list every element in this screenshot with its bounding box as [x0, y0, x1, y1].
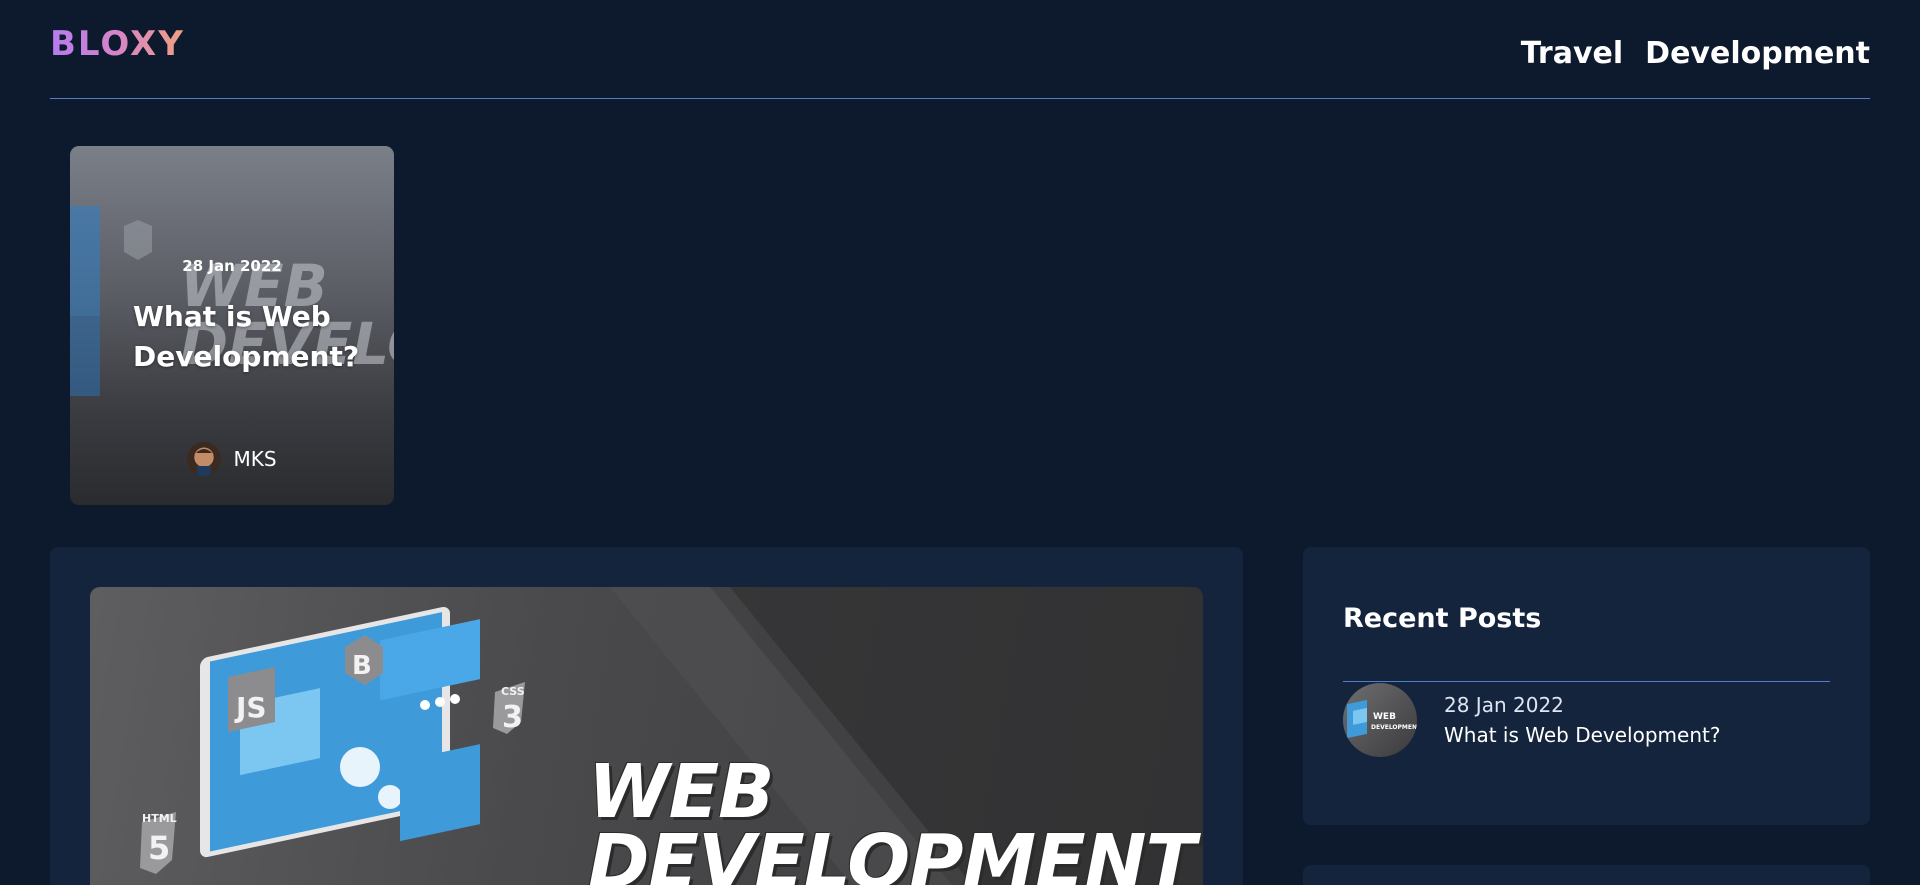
- html-badge-icon: HTML 5: [140, 812, 177, 874]
- author-name[interactable]: MKS: [233, 447, 276, 471]
- svg-text:DEVELOPMENT: DEVELOPMENT: [1371, 724, 1417, 731]
- css-badge-shape: [124, 220, 152, 260]
- author-avatar: [187, 442, 222, 476]
- recent-post-item[interactable]: WEB DEVELOPMENT 28 Jan 2022 What is Web …: [1343, 683, 1720, 757]
- main-article-panel: JS B CSS 3 HTML 5 WEB DEVELOPMENT: [50, 547, 1243, 885]
- image-headline-line-2: DEVELOPMENT: [588, 819, 1196, 885]
- recent-post-thumbnail[interactable]: WEB DEVELOPMENT: [1343, 683, 1417, 757]
- nav-link-travel[interactable]: Travel: [1521, 34, 1623, 74]
- monitor-shape: [200, 607, 480, 858]
- site-logo[interactable]: BLOXY: [50, 24, 185, 64]
- image-headline-line-1: WEB: [588, 749, 775, 835]
- svg-text:3: 3: [502, 700, 523, 735]
- featured-post-card[interactable]: WEB DEVELO 28 Jan 2022 What is Web Devel…: [70, 146, 394, 505]
- svg-text:B: B: [352, 651, 372, 681]
- site-header: BLOXY Travel Development: [50, 0, 1870, 99]
- recent-post-title[interactable]: What is Web Development?: [1444, 720, 1720, 750]
- main-article-image: JS B CSS 3 HTML 5 WEB DEVELOPMENT: [90, 587, 1203, 885]
- featured-post-title[interactable]: What is Web Development?: [133, 297, 383, 377]
- svg-text:5: 5: [148, 829, 170, 867]
- svg-text:HTML: HTML: [142, 812, 177, 825]
- svg-text:JS: JS: [234, 691, 267, 724]
- image-headline: WEB DEVELOPMENT: [588, 749, 1196, 885]
- nav-link-development[interactable]: Development: [1645, 34, 1870, 74]
- css-badge-icon: CSS 3: [493, 682, 525, 735]
- svg-text:CSS: CSS: [501, 685, 525, 698]
- featured-post-author: MKS: [70, 442, 394, 476]
- js-badge-icon: JS: [228, 667, 275, 732]
- featured-post-date: 28 Jan 2022: [182, 257, 282, 275]
- sidebar-widget-2: [1303, 865, 1870, 885]
- main-nav: Travel Development: [1521, 34, 1870, 74]
- recent-post-date: 28 Jan 2022: [1444, 693, 1564, 717]
- screen-shape: [70, 316, 100, 396]
- recent-posts-widget: Recent Posts WEB DEVELOPMENT 28 Jan 2022…: [1303, 547, 1870, 825]
- recent-post-meta: 28 Jan 2022 What is Web Development?: [1444, 690, 1720, 750]
- svg-text:WEB: WEB: [1373, 712, 1396, 722]
- recent-posts-heading: Recent Posts: [1343, 587, 1830, 682]
